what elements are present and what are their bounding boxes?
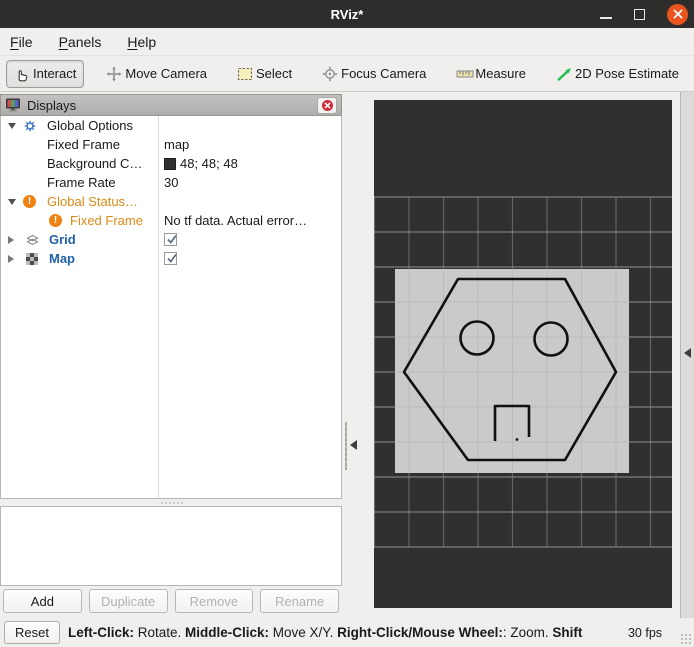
property-name: Fixed Frame [70, 213, 143, 228]
displays-tree[interactable]: Global Options Fixed Frame map Background C… [0, 116, 342, 499]
rviz-window: { "window": { "title": "RViz*", "control… [0, 0, 694, 647]
splitter-dots [345, 422, 347, 470]
add-button[interactable]: Add [3, 589, 82, 613]
toolbar-button-label: Select [256, 66, 293, 81]
toolbar-button-measure[interactable]: Measure [448, 60, 534, 88]
tree-row-grid[interactable]: Grid [1, 230, 341, 249]
collapse-right-arrow-icon[interactable] [684, 348, 691, 358]
property-value[interactable]: No tf data. Actual error… [164, 213, 307, 228]
toolbar-button-label: Move Camera [125, 66, 207, 81]
status-segment: Middle-Click: [185, 625, 270, 640]
display-action-buttons: Add Duplicate Remove Rename [0, 589, 342, 614]
green-arrow-icon [556, 66, 572, 82]
toolbar: Interact Move Camera Select Focus Camera Mea… [0, 56, 694, 92]
tree-row-map[interactable]: Map [1, 249, 341, 268]
displays-panel-header[interactable]: Displays [0, 94, 342, 116]
property-value[interactable] [164, 233, 177, 246]
move-arrows-icon [106, 66, 122, 82]
ruler-icon [456, 66, 474, 82]
property-value[interactable]: 48; 48; 48 [164, 156, 238, 171]
status-segment: Right-Click/Mouse Wheel: [337, 625, 503, 640]
minimize-icon[interactable] [600, 17, 612, 19]
tree-row-frame-rate[interactable]: Frame Rate 30 [1, 173, 341, 192]
property-value[interactable]: 30 [164, 175, 178, 190]
expander-closed-icon[interactable] [8, 235, 14, 244]
warning-icon: ! [23, 195, 36, 208]
hand-icon [14, 66, 30, 82]
expander-closed-icon[interactable] [8, 254, 14, 263]
property-name: Grid [49, 232, 76, 247]
grid-icon [25, 233, 40, 250]
displays-panel-title: Displays [27, 97, 77, 113]
displays-close-button[interactable] [317, 96, 337, 114]
color-swatch [164, 157, 176, 170]
menu-item-help[interactable]: Help [127, 34, 156, 50]
menu-bar: File Panels Help [0, 28, 694, 56]
toolbar-button-move-camera[interactable]: Move Camera [98, 60, 215, 88]
maximize-icon[interactable] [634, 8, 645, 20]
toolbar-button-interact[interactable]: Interact [6, 59, 85, 88]
map-icon [25, 252, 39, 269]
tree-row-fixed-frame[interactable]: ! Fixed Frame No tf data. Actual error… [1, 211, 341, 230]
toolbar-button-label: 2D Pose Estimate [574, 66, 680, 81]
remove-button: Remove [174, 589, 254, 613]
status-segment: Rotate. [133, 625, 186, 640]
property-value[interactable] [164, 252, 177, 265]
right-panel-strip [672, 92, 694, 618]
toolbar-button-2d-pose-estimate[interactable]: 2D Pose Estimate [548, 60, 687, 88]
fps-counter: 30 fps [627, 625, 663, 640]
status-segment: Shift [552, 625, 583, 640]
toolbar-button-label: Measure [475, 66, 526, 81]
status-bar: Reset Left-Click: Rotate. Middle-Click: … [0, 618, 694, 647]
property-name: Global Status… [47, 194, 139, 209]
property-value[interactable]: map [164, 137, 189, 152]
menu-item-panels[interactable]: Panels [59, 34, 102, 50]
expander-open-icon[interactable] [8, 198, 16, 205]
panel-splitter[interactable] [342, 92, 374, 618]
window-controls [600, 0, 688, 28]
reset-button[interactable]: Reset [4, 621, 60, 644]
selection-box-icon [237, 66, 253, 82]
rename-button: Rename [260, 589, 339, 613]
status-segment: : Zoom. [502, 625, 553, 640]
tree-row-global-status-[interactable]: ! Global Status… [1, 192, 341, 211]
scene-canvas[interactable] [374, 100, 672, 608]
property-name: Fixed Frame [47, 137, 120, 152]
window-title: RViz* [330, 6, 364, 22]
description-box [0, 506, 342, 586]
mouse-help-text: Left-Click: Rotate. Middle-Click: Move X… [68, 625, 626, 640]
property-name: Global Options [47, 118, 133, 133]
tree-row-global-options[interactable]: Global Options [1, 116, 341, 135]
tree-row-fixed-frame[interactable]: Fixed Frame map [1, 135, 341, 154]
property-name: Background C… [47, 156, 143, 171]
horizontal-splitter[interactable] [0, 499, 342, 506]
warning-icon: ! [49, 214, 62, 227]
right-splitter[interactable] [680, 92, 694, 618]
window-resize-grip[interactable] [680, 633, 692, 645]
displays-monitor-icon [5, 97, 21, 113]
toolbar-button-focus-camera[interactable]: Focus Camera [314, 60, 434, 88]
gear-icon [23, 119, 37, 136]
crosshair-icon [322, 66, 338, 82]
enabled-checkbox[interactable] [164, 252, 177, 265]
toolbar-button-select[interactable]: Select [229, 60, 300, 88]
property-name: Frame Rate [47, 175, 116, 190]
splitter-handle-dots [160, 502, 184, 504]
toolbar-button-label: Interact [33, 66, 77, 81]
property-name: Map [49, 251, 75, 266]
menu-item-file[interactable]: File [10, 34, 33, 50]
status-segment: Move X/Y. [269, 625, 338, 640]
enabled-checkbox[interactable] [164, 233, 177, 246]
tree-row-background-c-[interactable]: Background C… 48; 48; 48 [1, 154, 341, 173]
toolbar-button-label: Focus Camera [341, 66, 427, 81]
duplicate-button: Duplicate [88, 589, 168, 613]
title-bar[interactable]: RViz* [0, 0, 694, 28]
render-viewport[interactable] [374, 100, 672, 608]
close-icon[interactable] [667, 3, 688, 25]
expander-open-icon[interactable] [8, 122, 16, 129]
status-segment: Left-Click: [67, 625, 134, 640]
collapse-left-arrow-icon[interactable] [350, 440, 357, 450]
